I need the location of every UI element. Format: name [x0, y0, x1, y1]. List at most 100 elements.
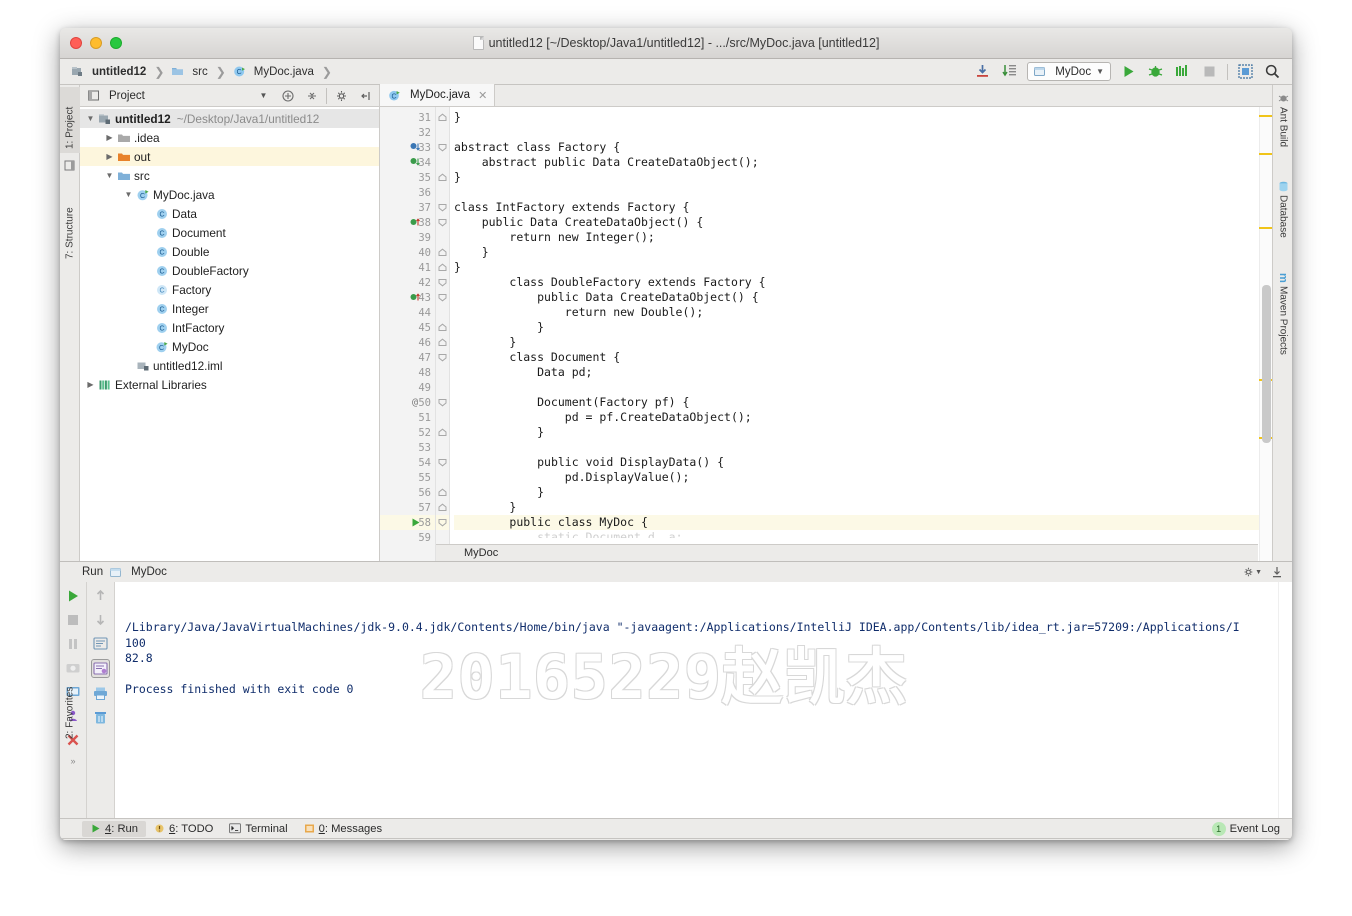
- fold-marker-end[interactable]: [436, 425, 449, 440]
- breadcrumb-item-project[interactable]: untitled12 ❯: [70, 65, 170, 79]
- print-icon[interactable]: [93, 686, 108, 701]
- gutter-line-50[interactable]: @50: [380, 395, 435, 410]
- editor-gutter[interactable]: 31 32 33 34 35 36 37 38 39 40 41 42 43 44 45 46 47 48 49 @5…: [380, 107, 436, 561]
- override-blue-icon[interactable]: [408, 140, 422, 155]
- code-line-56[interactable]: }: [454, 485, 1259, 500]
- editor-fold-column[interactable]: [436, 107, 450, 561]
- implementing-green-icon[interactable]: [408, 290, 422, 305]
- code-line-37[interactable]: class IntFactory extends Factory {: [454, 200, 1259, 215]
- code-line-40[interactable]: }: [454, 245, 1259, 260]
- gutter-line-53[interactable]: 53: [380, 440, 435, 455]
- fold-marker-start[interactable]: [436, 215, 449, 230]
- code-line-50[interactable]: Document(Factory pf) {: [454, 395, 1259, 410]
- gutter-line-40[interactable]: 40: [380, 245, 435, 260]
- code-line-47[interactable]: class Document {: [454, 350, 1259, 365]
- code-line-35[interactable]: }: [454, 170, 1259, 185]
- chevron-down-icon[interactable]: ▼: [103, 171, 116, 180]
- tree-node-mydoc[interactable]: C MyDoc: [80, 337, 379, 356]
- gutter-line-52[interactable]: 52: [380, 425, 435, 440]
- tree-node-src[interactable]: ▼ src: [80, 166, 379, 185]
- rerun-icon[interactable]: [65, 588, 81, 604]
- tree-node-intfactory[interactable]: C IntFactory: [80, 318, 379, 337]
- code-line-57[interactable]: }: [454, 500, 1259, 515]
- editor-code-text[interactable]: } abstract class Factory { abstract publ…: [450, 107, 1259, 561]
- fold-marker-start[interactable]: [436, 455, 449, 470]
- gutter-line-38[interactable]: 38: [380, 215, 435, 230]
- tree-node-double[interactable]: C Double: [80, 242, 379, 261]
- debug-icon[interactable]: [1146, 62, 1165, 81]
- code-line-46[interactable]: }: [454, 335, 1259, 350]
- soft-wrap-icon[interactable]: [93, 636, 108, 651]
- editor-scrollbar[interactable]: [1259, 107, 1272, 561]
- code-line-42[interactable]: class DoubleFactory extends Factory {: [454, 275, 1259, 290]
- code-line-53[interactable]: [454, 440, 1259, 455]
- fold-marker-end[interactable]: [436, 335, 449, 350]
- scroll-to-end-icon[interactable]: [91, 659, 110, 678]
- gutter-line-51[interactable]: 51: [380, 410, 435, 425]
- tree-node-out[interactable]: ▶ out: [80, 147, 379, 166]
- console-vertical-scrollbar[interactable]: [1278, 582, 1292, 818]
- chevron-right-icon[interactable]: ▶: [84, 380, 97, 389]
- gutter-line-39[interactable]: 39: [380, 230, 435, 245]
- gutter-line-37[interactable]: 37: [380, 200, 435, 215]
- gutter-line-57[interactable]: 57: [380, 500, 435, 515]
- run-configuration-selector[interactable]: MyDoc ▼: [1027, 62, 1111, 81]
- gutter-line-46[interactable]: 46: [380, 335, 435, 350]
- code-line-38[interactable]: public Data CreateDataObject() {: [454, 215, 1259, 230]
- tree-node-untitled12-iml[interactable]: untitled12.iml: [80, 356, 379, 375]
- search-everywhere-icon[interactable]: [1263, 62, 1282, 81]
- event-log-button[interactable]: 1 Event Log: [1204, 820, 1292, 838]
- minimize-window-button[interactable]: [90, 37, 102, 49]
- code-line-33[interactable]: abstract class Factory {: [454, 140, 1259, 155]
- chevron-down-icon[interactable]: ▼: [84, 114, 97, 123]
- code-line-55[interactable]: pd.DisplayValue();: [454, 470, 1259, 485]
- tool-window-messages[interactable]: 0: Messages: [296, 821, 390, 837]
- run-panel-config-name[interactable]: MyDoc: [131, 566, 167, 578]
- code-line-39[interactable]: return new Integer();: [454, 230, 1259, 245]
- gutter-line-56[interactable]: 56: [380, 485, 435, 500]
- code-line-43[interactable]: public Data CreateDataObject() {: [454, 290, 1259, 305]
- implementing-green-icon[interactable]: [408, 215, 422, 230]
- gutter-line-59[interactable]: 59: [380, 530, 435, 545]
- scroll-down-icon[interactable]: [93, 612, 108, 627]
- run-icon[interactable]: [1119, 62, 1138, 81]
- console-output[interactable]: /Library/Java/JavaVirtualMachines/jdk-9.…: [115, 582, 1278, 818]
- fold-marker-start[interactable]: [436, 515, 449, 530]
- zoom-window-button[interactable]: [110, 37, 122, 49]
- code-line-59[interactable]: static Document d a;: [454, 530, 1259, 538]
- stop-icon[interactable]: [1200, 62, 1219, 81]
- compare-icon[interactable]: [1000, 62, 1019, 81]
- fold-marker-start[interactable]: [436, 290, 449, 305]
- hide-icon[interactable]: [356, 86, 375, 105]
- implemented-green-icon[interactable]: [408, 155, 422, 170]
- settings-icon[interactable]: ▼: [1243, 563, 1262, 582]
- clear-all-icon[interactable]: [93, 710, 108, 725]
- layout-icon[interactable]: [1236, 62, 1255, 81]
- fold-marker-end[interactable]: [436, 110, 449, 125]
- run-line-icon[interactable]: [408, 515, 422, 530]
- gutter-line-58[interactable]: 58: [380, 515, 435, 530]
- gutter-line-33[interactable]: 33: [380, 140, 435, 155]
- tree-node-external-libraries[interactable]: ▶ External Libraries: [80, 375, 379, 394]
- tree-node-factory[interactable]: C Factory: [80, 280, 379, 299]
- code-line-45[interactable]: }: [454, 320, 1259, 335]
- fold-marker-end[interactable]: [436, 170, 449, 185]
- recursive-icon[interactable]: @: [408, 395, 422, 410]
- console-horizontal-scrollbar[interactable]: [183, 805, 1258, 813]
- scroll-up-icon[interactable]: [93, 588, 108, 603]
- sidebar-tab-maven-projects[interactable]: m Maven Projects: [1273, 269, 1292, 375]
- gutter-line-48[interactable]: 48: [380, 365, 435, 380]
- gutter-line-32[interactable]: 32: [380, 125, 435, 140]
- tree-node-untitled12[interactable]: ▼ untitled12 ~/Desktop/Java1/untitled12: [80, 109, 379, 128]
- stop-icon[interactable]: [65, 612, 81, 628]
- gutter-line-45[interactable]: 45: [380, 320, 435, 335]
- expand-icon[interactable]: [302, 86, 321, 105]
- gutter-line-41[interactable]: 41: [380, 260, 435, 275]
- chevron-right-icon[interactable]: ▶: [103, 133, 116, 142]
- breadcrumb-item-file[interactable]: C MyDoc.java ❯: [232, 65, 338, 79]
- fold-marker-end[interactable]: [436, 245, 449, 260]
- hide-icon[interactable]: [1267, 563, 1286, 582]
- gutter-line-49[interactable]: 49: [380, 380, 435, 395]
- code-line-54[interactable]: public void DisplayData() {: [454, 455, 1259, 470]
- tool-window-run[interactable]: 4: Run: [82, 820, 146, 837]
